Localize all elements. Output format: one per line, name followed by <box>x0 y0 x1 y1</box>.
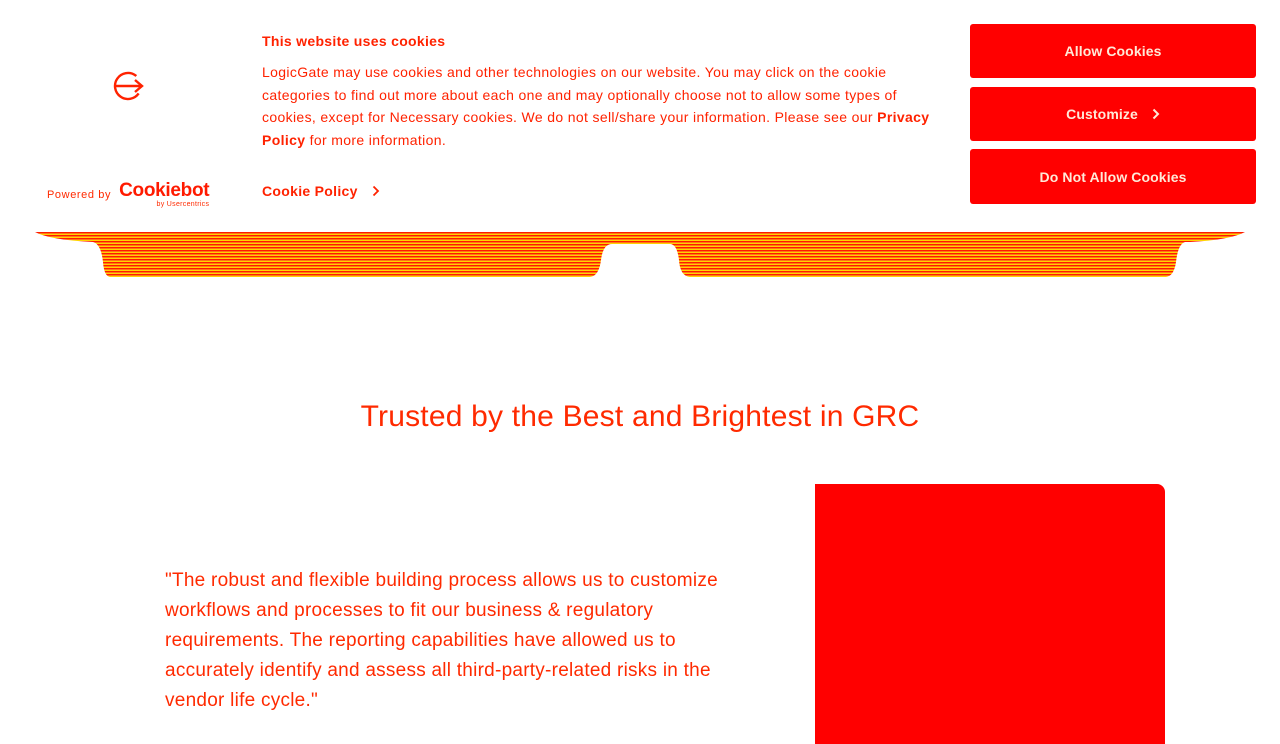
testimonial-media-card <box>815 484 1165 744</box>
allow-cookies-label: Allow Cookies <box>1064 43 1162 59</box>
logicgate-logo-icon <box>113 71 144 101</box>
testimonial-quote: "The robust and flexible building proces… <box>165 570 718 711</box>
cookie-consent-banner: Powered by Cookiebot by Usercentrics Thi… <box>0 0 1280 232</box>
cookiebot-logo: Cookiebot by Usercentrics <box>119 179 210 209</box>
cookiebot-by-usercentrics: by Usercentrics <box>156 200 210 208</box>
cookiebot-name: Cookiebot <box>119 179 210 201</box>
powered-by-label: Powered by <box>47 189 112 201</box>
cookie-policy-link[interactable]: Cookie Policy <box>262 183 380 199</box>
cookiebot-branding[interactable]: Powered by Cookiebot by Usercentrics <box>47 179 210 210</box>
customize-button[interactable]: Customize <box>970 87 1256 141</box>
customize-label: Customize <box>1066 106 1138 122</box>
chevron-right-icon <box>1152 108 1160 120</box>
section-title: Trusted by the Best and Brightest in GRC <box>360 400 920 433</box>
cookie-banner-text-main: LogicGate may use cookies and other tech… <box>262 64 897 126</box>
cookie-banner-title: This website uses cookies <box>262 33 446 49</box>
cookie-banner-text: LogicGate may use cookies and other tech… <box>262 61 952 151</box>
chevron-right-icon <box>372 185 379 197</box>
header-background-shape <box>35 232 1245 277</box>
allow-cookies-button[interactable]: Allow Cookies <box>970 24 1256 78</box>
do-not-allow-cookies-label: Do Not Allow Cookies <box>1039 168 1187 185</box>
cookie-banner-text-end: for more information. <box>305 131 447 148</box>
cookie-policy-label: Cookie Policy <box>262 183 358 199</box>
do-not-allow-cookies-button[interactable]: Do Not Allow Cookies <box>970 149 1256 204</box>
